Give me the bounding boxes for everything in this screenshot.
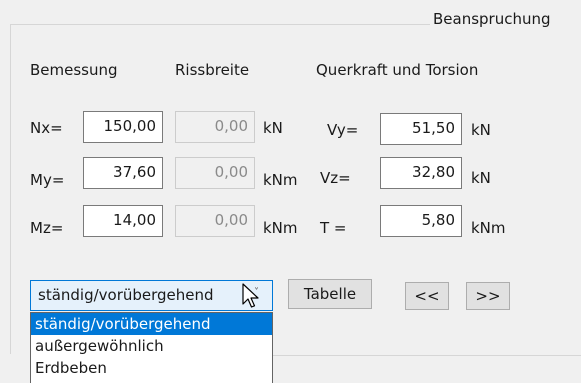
header-rissbreite: Rissbreite	[175, 61, 250, 79]
group-title: Beanspruchung	[433, 10, 551, 28]
label-my: My=	[30, 171, 65, 189]
mz-rissbreite-field: 0,00	[175, 205, 255, 237]
dropdown-option-staendig[interactable]: ständig/vorübergehend	[31, 313, 272, 335]
dropdown-option-erdbeben[interactable]: Erdbeben	[31, 357, 272, 379]
mouse-pointer-icon	[242, 283, 259, 308]
group-border-bottom	[273, 355, 581, 356]
unit-vz: kN	[471, 169, 491, 187]
my-input[interactable]: 37,60	[83, 157, 163, 189]
label-vy: Vy=	[327, 121, 359, 139]
label-mz: Mz=	[30, 219, 64, 237]
previous-button[interactable]: <<	[405, 282, 449, 310]
load-case-dropdown-list: ständig/vorübergehend außergewöhnlich Er…	[30, 312, 273, 383]
vy-input[interactable]: 51,50	[380, 113, 462, 145]
load-case-combobox[interactable]: ständig/vorübergehend	[30, 280, 273, 311]
unit-nx: kN	[263, 119, 283, 137]
group-border-top	[10, 24, 430, 25]
unit-my: kNm	[263, 171, 298, 189]
mz-input[interactable]: 14,00	[83, 205, 163, 237]
label-t: T =	[320, 219, 347, 237]
dropdown-option-aussergewoehnlich[interactable]: außergewöhnlich	[31, 335, 272, 357]
my-rissbreite-field: 0,00	[175, 157, 255, 189]
header-querkraft-torsion: Querkraft und Torsion	[316, 61, 479, 79]
nx-input[interactable]: 150,00	[83, 111, 163, 143]
nx-rissbreite-field: 0,00	[175, 111, 255, 143]
label-nx: Nx=	[30, 119, 63, 137]
tabelle-button[interactable]: Tabelle	[288, 279, 372, 309]
unit-mz: kNm	[263, 219, 298, 237]
header-bemessung: Bemessung	[30, 61, 118, 79]
unit-t: kNm	[471, 219, 506, 237]
vz-input[interactable]: 32,80	[380, 157, 462, 189]
t-input[interactable]: 5,80	[380, 205, 462, 237]
unit-vy: kN	[471, 121, 491, 139]
combo-value: ständig/vorübergehend	[38, 286, 214, 304]
next-button[interactable]: >>	[466, 282, 510, 310]
group-border-left	[10, 24, 11, 354]
label-vz: Vz=	[320, 169, 351, 187]
